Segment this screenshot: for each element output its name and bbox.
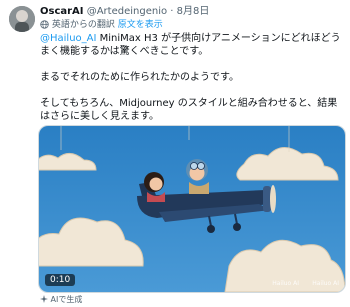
paragraph-1: @Hailuo_AI MiniMax H3 が子供向けアニメーションにどれほどう… (40, 32, 343, 58)
post-header: OscarAI @Artedeingenio · 8月8日 (40, 5, 209, 18)
translation-note: 英語からの翻訳 (51, 20, 115, 30)
avatar[interactable] (9, 6, 35, 32)
ai-sparkle-icon (40, 295, 51, 304)
watermark-left: Hailuo AI (272, 280, 299, 287)
author-name[interactable]: OscarAI (40, 6, 84, 17)
show-original-link[interactable]: 原文を表示 (118, 20, 163, 30)
post-text: @Hailuo_AI MiniMax H3 が子供向けアニメーションにどれほどう… (40, 32, 343, 123)
mention-link[interactable]: @Hailuo_AI (40, 33, 96, 44)
paragraph-3: そしてもちろん、Midjourney のスタイルと組み合わせると、結果はさらに美… (40, 98, 338, 122)
author-handle[interactable]: @Artedeingenio (87, 6, 167, 17)
video-frame (39, 126, 345, 292)
ai-generated-label[interactable]: AIで生成 (40, 295, 82, 305)
paragraph-2: まるでそれのために作られたかのようです。 (40, 72, 239, 83)
video-player[interactable]: 0:10 Hailuo AI Hailuo AI (38, 125, 346, 293)
post-date[interactable]: 8月8日 (177, 6, 210, 17)
translation-bar: 英語からの翻訳 原文を表示 (40, 19, 163, 33)
watermark-right: Hailuo AI (312, 280, 339, 287)
separator: · (170, 6, 174, 17)
ai-label-text: AIで生成 (50, 295, 83, 304)
video-duration: 0:10 (45, 274, 76, 286)
